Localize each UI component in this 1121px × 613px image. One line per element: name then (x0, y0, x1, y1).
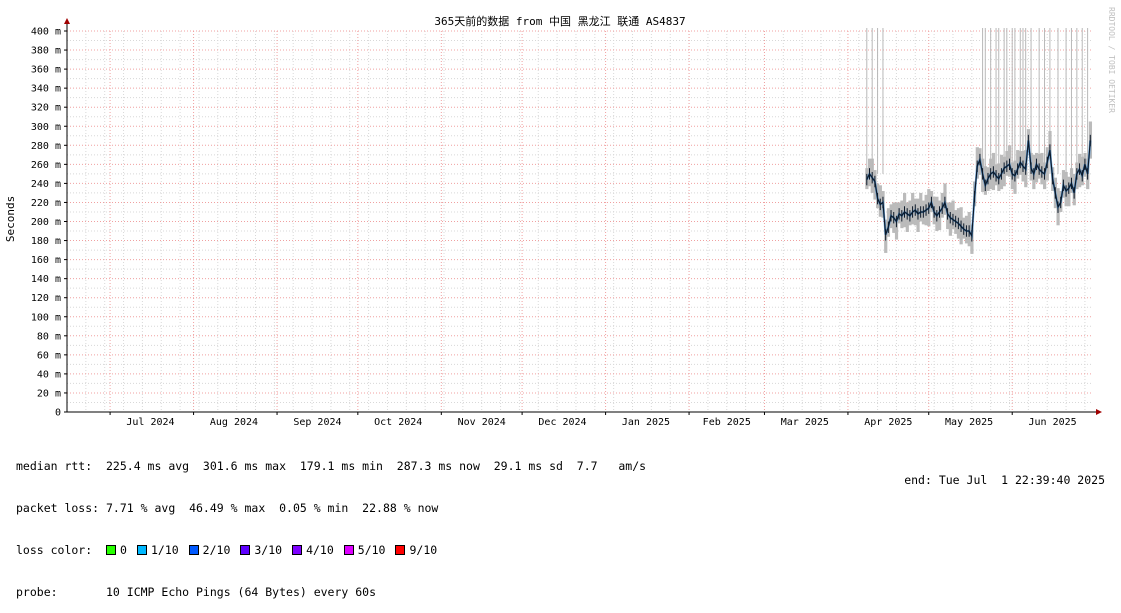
y-tick-label: 20 m (37, 388, 61, 399)
y-tick-label: 240 m (31, 179, 61, 190)
latency-chart: 0 20 m 40 m 60 m 80 m 100 m 120 m 140 m 160 m 180… (4, 7, 1116, 429)
loss-color-swatches: 0 1/10 2/10 3/10 4/10 5/10 9/10 (106, 543, 447, 557)
loss-swatch (395, 545, 406, 555)
loss-swatch-label: 4/10 (306, 543, 334, 557)
y-tick-label: 40 m (37, 369, 61, 380)
y-tick-label: 0 (55, 408, 61, 419)
x-tick-label: Oct 2024 (374, 417, 422, 428)
x-tick-label: Jan 2025 (622, 417, 670, 428)
loss-swatch-label: 2/10 (202, 543, 231, 557)
packet-loss-row: packet loss: 7.71 % avg 46.49 % max 0.05… (16, 501, 439, 515)
end-time: end: Tue Jul 1 22:39:40 2025 (904, 473, 1105, 487)
y-tick-label: 320 m (31, 103, 61, 114)
loss-swatch-label: 9/10 (409, 543, 438, 557)
y-tick-label: 100 m (31, 312, 61, 323)
tick-labels: 0 20 m 40 m 60 m 80 m 100 m 120 m 140 m 160 m 180… (31, 27, 1077, 429)
x-tick-label: Dec 2024 (538, 417, 586, 428)
x-tick-label: Feb 2025 (703, 417, 751, 428)
x-tick-label: May 2025 (945, 417, 993, 428)
legend: median rtt: 225.4 ms avg 301.6 ms max 17… (16, 431, 646, 613)
loss-swatch (240, 545, 251, 555)
loss-swatch-label: 3/10 (254, 543, 283, 557)
loss-swatch (106, 545, 117, 555)
x-tick-label: Sep 2024 (293, 417, 341, 428)
x-tick-label: Mar 2025 (781, 417, 829, 428)
x-tick-label: Nov 2024 (458, 417, 506, 428)
x-tick-label: Aug 2024 (210, 417, 258, 428)
y-tick-label: 200 m (31, 217, 61, 228)
rrdtool-watermark: RRDTOOL / TOBI OETIKER (1107, 7, 1116, 113)
loss-swatch (292, 545, 303, 555)
y-tick-label: 140 m (31, 274, 61, 285)
loss-swatch (343, 545, 354, 555)
y-tick-label: 160 m (31, 255, 61, 266)
chart-title: 365天前的数据 from 中国 黑龙江 联通 AS4837 (434, 14, 685, 28)
median-rtt-row: median rtt: 225.4 ms avg 301.6 ms max 17… (16, 459, 647, 473)
y-tick-label: 60 m (37, 350, 61, 361)
loss-swatch (188, 545, 199, 555)
y-tick-label: 360 m (31, 65, 61, 76)
y-axis-arrow (64, 18, 70, 24)
y-tick-label: 380 m (31, 46, 61, 57)
y-tick-label: 120 m (31, 293, 61, 304)
y-tick-label: 300 m (31, 122, 61, 133)
x-axis-arrow (1096, 409, 1102, 415)
y-axis-label: Seconds (4, 196, 17, 242)
y-tick-label: 220 m (31, 198, 61, 209)
x-tick-label: Jun 2025 (1029, 417, 1077, 428)
y-tick-label: 400 m (31, 27, 61, 38)
y-tick-label: 340 m (31, 84, 61, 95)
y-tick-label: 180 m (31, 236, 61, 247)
y-tick-label: 280 m (31, 141, 61, 152)
loss-swatch-label: 5/10 (357, 543, 386, 557)
loss-color-row: loss color: 0 1/10 2/10 3/10 4/10 5/10 9/10 (16, 543, 646, 557)
loss-swatch (136, 545, 147, 555)
y-tick-label: 260 m (31, 160, 61, 171)
y-tick-label: 80 m (37, 331, 61, 342)
loss-swatch-label: 1/10 (150, 543, 179, 557)
x-tick-label: Jul 2024 (126, 417, 174, 428)
x-tick-label: Apr 2025 (864, 417, 912, 428)
probe-row: probe: 10 ICMP Echo Pings (64 Bytes) eve… (16, 585, 377, 599)
loss-color-label: loss color: (16, 543, 93, 557)
loss-swatch-label: 0 (120, 543, 127, 557)
